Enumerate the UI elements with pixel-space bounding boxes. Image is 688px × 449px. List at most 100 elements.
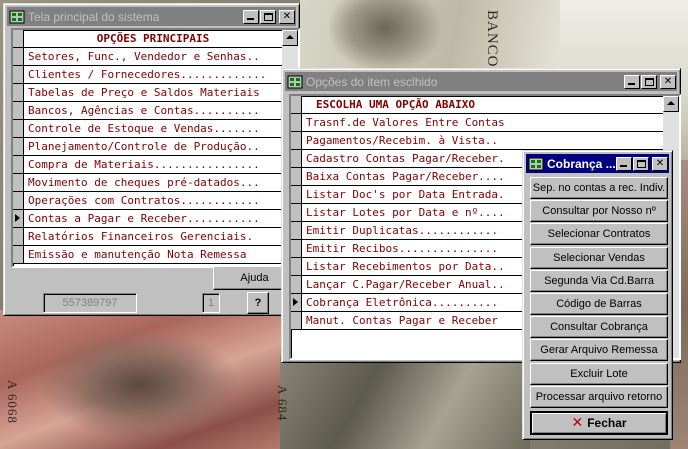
cobranca-action-button[interactable]: Sep. no contas a rec. Indiv. [530,177,668,199]
window-title: Opções do item esclhido [306,74,438,89]
row-indicator [291,294,302,311]
row-indicator [291,276,302,293]
list-item-label: Trasnf.de Valores Entre Contas [306,116,505,129]
row-indicator [13,192,24,209]
list-header: OPÇÕES PRINCIPAIS [13,30,282,48]
main-window-titlebar[interactable]: Tela principal do sistema ✕ [7,7,296,26]
list-item[interactable]: Bancos, Agências e Contas.......... [13,102,282,120]
list-item[interactable]: Clientes / Fornecedores............. [13,66,282,84]
list-item-label: Tabelas de Preço e Saldos Materiais [28,86,260,99]
minimize-button[interactable] [624,74,640,89]
current-row-arrow-icon [15,214,20,222]
list-item[interactable]: Emissão e manutenção Nota Remessa [13,246,282,264]
row-indicator [291,258,302,275]
cobranca-window-titlebar[interactable]: Cobrança ... ✕ [526,154,669,173]
serial-field: 557389797 [43,293,137,313]
maximize-button[interactable] [260,9,276,24]
row-indicator [291,240,302,257]
list-item-label: Compra de Materiais................ [28,158,260,171]
cobranca-action-button[interactable]: Segunda Via Cd.Barra [530,269,668,292]
scroll-up-button[interactable] [282,30,298,46]
question-button[interactable]: ? [247,292,269,314]
list-item-label: Operações com Contratos............ [28,194,260,207]
fechar-label: Fechar [587,416,627,430]
list-item-label: Movimento de cheques pré-datados... [28,176,260,189]
row-indicator [291,150,302,167]
list-item[interactable]: Relatórios Financeiros Gerenciais. [13,228,282,246]
row-indicator [13,30,24,47]
list-item-label: Relatórios Financeiros Gerenciais. [28,230,254,243]
maximize-button[interactable] [641,74,657,89]
list-item[interactable]: Setores, Func., Vendedor e Senhas.. [13,48,282,66]
current-row-arrow-icon [293,298,298,306]
row-indicator [291,312,302,329]
window-title: Cobrança ... [547,156,615,171]
close-icon: ✕ [655,157,665,169]
list-item[interactable]: Planejamento/Controle de Produção.. [13,138,282,156]
minimize-icon [247,17,254,20]
list-item[interactable]: Operações com Contratos............ [13,192,282,210]
list-item-label: Contas a Pagar e Receber........... [28,212,260,225]
list-item[interactable]: Trasnf.de Valores Entre Contas [291,114,663,132]
close-icon: ✕ [282,10,292,22]
list-item-label: Setores, Func., Vendedor e Senhas.. [28,50,260,63]
cobranca-action-button[interactable]: Processar arquivo retorno [530,385,668,408]
list-item-label: Emissão e manutenção Nota Remessa [28,248,247,261]
cobranca-action-button[interactable]: Excluir Lote [530,362,668,385]
list-header-text: OPÇÕES PRINCIPAIS [96,32,210,45]
close-button[interactable]: ✕ [652,156,668,171]
list-item-label: Clientes / Fornecedores............. [28,68,267,81]
row-indicator [13,228,24,245]
row-indicator [13,174,24,191]
cobranca-action-button[interactable]: Gerar Arquivo Remessa [530,339,668,362]
row-indicator [291,114,302,131]
banknote-serial: A 684 [275,385,290,422]
fechar-button[interactable]: ✕ Fechar [530,411,668,435]
row-indicator [291,186,302,203]
close-icon: ✕ [663,75,673,87]
cobranca-action-button[interactable]: Código de Barras [530,293,668,315]
list-item[interactable]: Pagamentos/Recebim. à Vista.. [291,132,663,150]
row-indicator [291,132,302,149]
list-item[interactable]: Compra de Materiais................ [13,156,282,174]
cobranca-action-button[interactable]: Consultar Cobrança [530,316,668,339]
row-indicator [291,168,302,185]
banknote-serial: A 6068 [5,380,20,424]
main-window: Tela principal do sistema ✕ OPÇÕES PRINC… [3,3,300,316]
sub-window-titlebar[interactable]: Opções do item esclhido ✕ [285,72,677,91]
list-item[interactable]: Contas a Pagar e Receber........... [13,210,282,228]
minimize-icon [620,164,627,167]
row-indicator [13,48,24,65]
cobranca-action-button[interactable]: Selecionar Contratos [530,223,668,246]
maximize-icon [263,12,273,21]
list-item-label: Bancos, Agências e Contas.......... [28,104,260,117]
row-indicator [13,84,24,101]
maximize-button[interactable] [633,156,649,171]
list-item[interactable]: Tabelas de Preço e Saldos Materiais [13,84,282,102]
page-field: 1 [202,293,220,313]
maximize-icon [636,159,646,168]
window-title: Tela principal do sistema [28,9,160,24]
cobranca-window: Cobrança ... ✕ Sep. no contas a rec. Ind… [522,150,673,440]
cobranca-action-button[interactable]: Consultar por Nosso nº [530,200,668,223]
list-item-label: Controle de Estoque e Vendas....... [28,122,260,135]
list-item-label: Pagamentos/Recebim. à Vista.. [306,134,499,147]
minimize-icon [628,82,635,85]
app-icon [9,10,25,23]
minimize-button[interactable] [243,9,259,24]
maximize-icon [644,77,654,86]
row-indicator [291,204,302,221]
close-button[interactable]: ✕ [279,9,295,24]
list-item[interactable]: Movimento de cheques pré-datados... [13,174,282,192]
cobranca-action-button[interactable]: Selecionar Vendas [530,246,668,269]
arrow-up-icon [667,101,675,105]
scroll-up-button[interactable] [663,96,679,112]
app-icon [287,75,303,88]
minimize-button[interactable] [616,156,632,171]
banknote-text: BANCO [484,10,500,68]
row-indicator [13,156,24,173]
row-indicator [13,138,24,155]
list-item[interactable]: Controle de Estoque e Vendas....... [13,120,282,138]
close-button[interactable]: ✕ [660,74,676,89]
row-indicator [13,66,24,83]
